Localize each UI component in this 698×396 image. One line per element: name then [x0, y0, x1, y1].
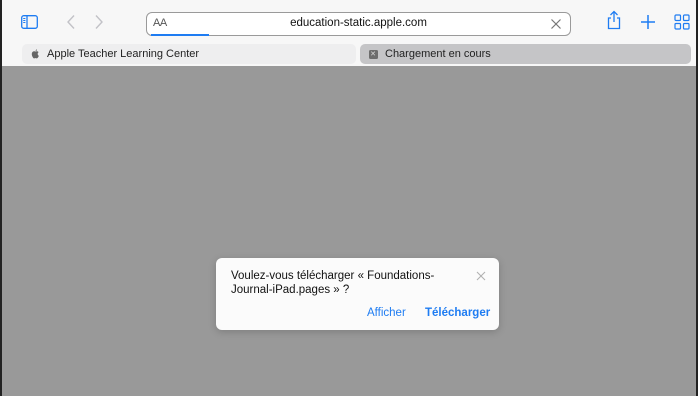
apple-logo-icon	[30, 49, 40, 59]
share-icon	[607, 10, 621, 30]
tab-overview-button[interactable]	[673, 13, 691, 31]
tab-apple-teacher[interactable]: Apple Teacher Learning Center	[22, 44, 356, 64]
close-icon	[476, 271, 486, 281]
url-text: education-static.apple.com	[290, 17, 427, 29]
clear-url-button[interactable]	[548, 16, 564, 32]
sidebar-toggle-button[interactable]	[20, 13, 38, 31]
new-tab-button[interactable]	[639, 13, 657, 31]
download-dialog: Voulez-vous télécharger « Foundations-Jo…	[216, 258, 499, 330]
page-load-progress	[151, 34, 209, 36]
back-button[interactable]	[62, 13, 80, 31]
download-message: Voulez-vous télécharger « Foundations-Jo…	[231, 270, 435, 296]
browser-toolbar: AA education-static.apple.com	[2, 0, 696, 42]
share-button[interactable]	[605, 10, 623, 30]
tab-title: Apple Teacher Learning Center	[47, 48, 200, 60]
sidebar-icon	[20, 15, 38, 29]
dialog-close-button[interactable]	[475, 269, 487, 281]
close-icon	[551, 19, 561, 29]
tab-grid-icon	[674, 14, 690, 30]
chevron-left-icon	[67, 15, 75, 29]
tab-loading[interactable]: ✕ Chargement en cours	[360, 44, 691, 64]
chevron-right-icon	[95, 15, 103, 29]
plus-icon	[641, 15, 655, 29]
safari-window: AA education-static.apple.com Apple Teac…	[0, 0, 698, 396]
web-content-area	[2, 66, 696, 396]
page-placeholder-icon: ✕	[368, 49, 378, 59]
show-button[interactable]: Afficher	[367, 307, 406, 319]
tab-title: Chargement en cours	[385, 48, 491, 60]
forward-button[interactable]	[90, 13, 108, 31]
address-bar[interactable]: AA education-static.apple.com	[146, 12, 571, 36]
tab-strip: Apple Teacher Learning Center ✕ Chargeme…	[2, 42, 696, 66]
download-button[interactable]: Télécharger	[425, 307, 490, 319]
